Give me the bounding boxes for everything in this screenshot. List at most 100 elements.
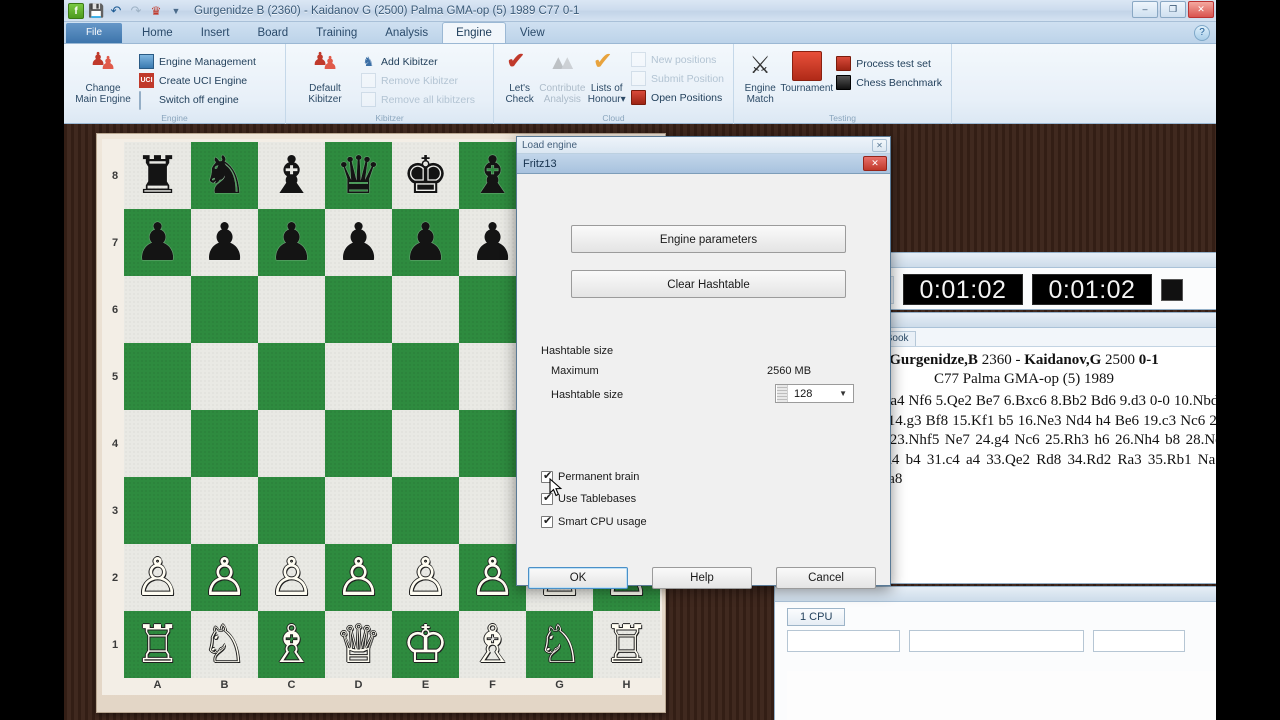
spinner-grip-icon[interactable]	[777, 385, 788, 402]
open-positions-button[interactable]: Open Positions	[628, 88, 727, 107]
square-c5[interactable]	[258, 343, 325, 410]
add-kibitzer-button[interactable]: ♞ Add Kibitzer	[358, 52, 478, 71]
lists-of-honour-button[interactable]: Lists of Honour▾	[585, 47, 628, 105]
square-b1[interactable]: ♘	[191, 611, 258, 678]
square-b8[interactable]: ♞	[191, 142, 258, 209]
hashtable-size-input[interactable]: 128 ▼	[775, 384, 854, 403]
black-pawn[interactable]: ♟	[191, 209, 258, 276]
white-pawn[interactable]: ♙	[392, 544, 459, 611]
square-c2[interactable]: ♙	[258, 544, 325, 611]
engine-match-button[interactable]: ⚔ Engine Match	[740, 48, 780, 105]
square-e5[interactable]	[392, 343, 459, 410]
square-e2[interactable]: ♙	[392, 544, 459, 611]
square-c8[interactable]: ♝	[258, 142, 325, 209]
square-e8[interactable]: ♚	[392, 142, 459, 209]
tab-board[interactable]: Board	[243, 22, 302, 43]
black-rook[interactable]: ♜	[124, 142, 191, 209]
square-a8[interactable]: ♜	[124, 142, 191, 209]
black-pawn[interactable]: ♟	[325, 209, 392, 276]
tab-training[interactable]: Training	[302, 22, 371, 43]
square-a2[interactable]: ♙	[124, 544, 191, 611]
white-pawn[interactable]: ♙	[124, 544, 191, 611]
white-queen[interactable]: ♕	[325, 611, 392, 678]
white-bishop[interactable]: ♗	[258, 611, 325, 678]
square-b5[interactable]	[191, 343, 258, 410]
black-king[interactable]: ♚	[392, 142, 459, 209]
square-b6[interactable]	[191, 276, 258, 343]
permanent-brain-checkbox[interactable]: Permanent brain	[541, 469, 639, 483]
white-pawn[interactable]: ♙	[258, 544, 325, 611]
customize-caret-icon[interactable]: ▼	[168, 3, 184, 19]
cancel-button[interactable]: Cancel	[776, 567, 876, 589]
white-knight[interactable]: ♘	[526, 611, 593, 678]
app-icon[interactable]: f	[68, 2, 84, 19]
fritz-icon[interactable]: ♛	[148, 3, 164, 19]
lets-check-button[interactable]: Let's Check	[500, 48, 539, 105]
black-bishop[interactable]: ♝	[258, 142, 325, 209]
square-e3[interactable]	[392, 477, 459, 544]
square-a1[interactable]: ♖	[124, 611, 191, 678]
tab-file[interactable]: File	[66, 23, 122, 43]
clear-hashtable-button[interactable]: Clear Hashtable	[571, 270, 846, 298]
white-king[interactable]: ♔	[392, 611, 459, 678]
engine-parameters-button[interactable]: Engine parameters	[571, 225, 846, 253]
square-c4[interactable]	[258, 410, 325, 477]
square-a7[interactable]: ♟	[124, 209, 191, 276]
chess-benchmark-button[interactable]: Chess Benchmark	[833, 73, 945, 92]
square-c6[interactable]	[258, 276, 325, 343]
help-icon[interactable]: ?	[1194, 25, 1210, 41]
undo-icon[interactable]: ↶	[108, 3, 124, 19]
square-a5[interactable]	[124, 343, 191, 410]
square-b2[interactable]: ♙	[191, 544, 258, 611]
square-d6[interactable]	[325, 276, 392, 343]
use-tablebases-checkbox[interactable]: Use Tablebases	[541, 491, 636, 505]
white-pawn[interactable]: ♙	[191, 544, 258, 611]
smart-cpu-usage-checkbox[interactable]: Smart CPU usage	[541, 514, 647, 528]
square-c7[interactable]: ♟	[258, 209, 325, 276]
square-f1[interactable]: ♗	[459, 611, 526, 678]
square-d1[interactable]: ♕	[325, 611, 392, 678]
square-e4[interactable]	[392, 410, 459, 477]
default-kibitzer-button[interactable]: Default Kibitzer	[292, 48, 358, 105]
save-icon[interactable]: 💾	[88, 3, 104, 19]
white-pawn[interactable]: ♙	[325, 544, 392, 611]
square-h1[interactable]: ♖	[593, 611, 660, 678]
square-a6[interactable]	[124, 276, 191, 343]
black-pawn[interactable]: ♟	[124, 209, 191, 276]
tab-analysis[interactable]: Analysis	[371, 22, 442, 43]
dialog-outer-close-icon[interactable]: ✕	[872, 139, 887, 152]
square-a3[interactable]	[124, 477, 191, 544]
create-uci-engine-button[interactable]: UCI Create UCI Engine	[136, 71, 259, 90]
dialog-close-button[interactable]: ✕	[863, 156, 887, 171]
square-d8[interactable]: ♛	[325, 142, 392, 209]
close-button[interactable]: ✕	[1188, 1, 1214, 18]
restore-button[interactable]: ❐	[1160, 1, 1186, 18]
change-main-engine-button[interactable]: Change Main Engine	[70, 48, 136, 105]
black-knight[interactable]: ♞	[191, 142, 258, 209]
tab-engine[interactable]: Engine	[442, 22, 506, 43]
white-rook[interactable]: ♖	[593, 611, 660, 678]
square-c3[interactable]	[258, 477, 325, 544]
square-b3[interactable]	[191, 477, 258, 544]
white-bishop[interactable]: ♗	[459, 611, 526, 678]
square-b4[interactable]	[191, 410, 258, 477]
help-button[interactable]: Help	[652, 567, 752, 589]
square-e6[interactable]	[392, 276, 459, 343]
square-d2[interactable]: ♙	[325, 544, 392, 611]
redo-icon[interactable]: ↷	[128, 3, 144, 19]
tournament-button[interactable]: Tournament	[780, 48, 833, 94]
ok-button[interactable]: OK	[528, 567, 628, 589]
square-d4[interactable]	[325, 410, 392, 477]
process-test-set-button[interactable]: Process test set	[833, 54, 945, 73]
white-knight[interactable]: ♘	[191, 611, 258, 678]
square-c1[interactable]: ♗	[258, 611, 325, 678]
square-g1[interactable]: ♘	[526, 611, 593, 678]
square-a4[interactable]	[124, 410, 191, 477]
square-d5[interactable]	[325, 343, 392, 410]
cpu-tab[interactable]: 1 CPU	[787, 608, 846, 626]
tab-view[interactable]: View	[506, 22, 559, 43]
black-queen[interactable]: ♛	[325, 142, 392, 209]
square-e7[interactable]: ♟	[392, 209, 459, 276]
chevron-down-icon[interactable]: ▼	[839, 389, 853, 398]
square-d7[interactable]: ♟	[325, 209, 392, 276]
